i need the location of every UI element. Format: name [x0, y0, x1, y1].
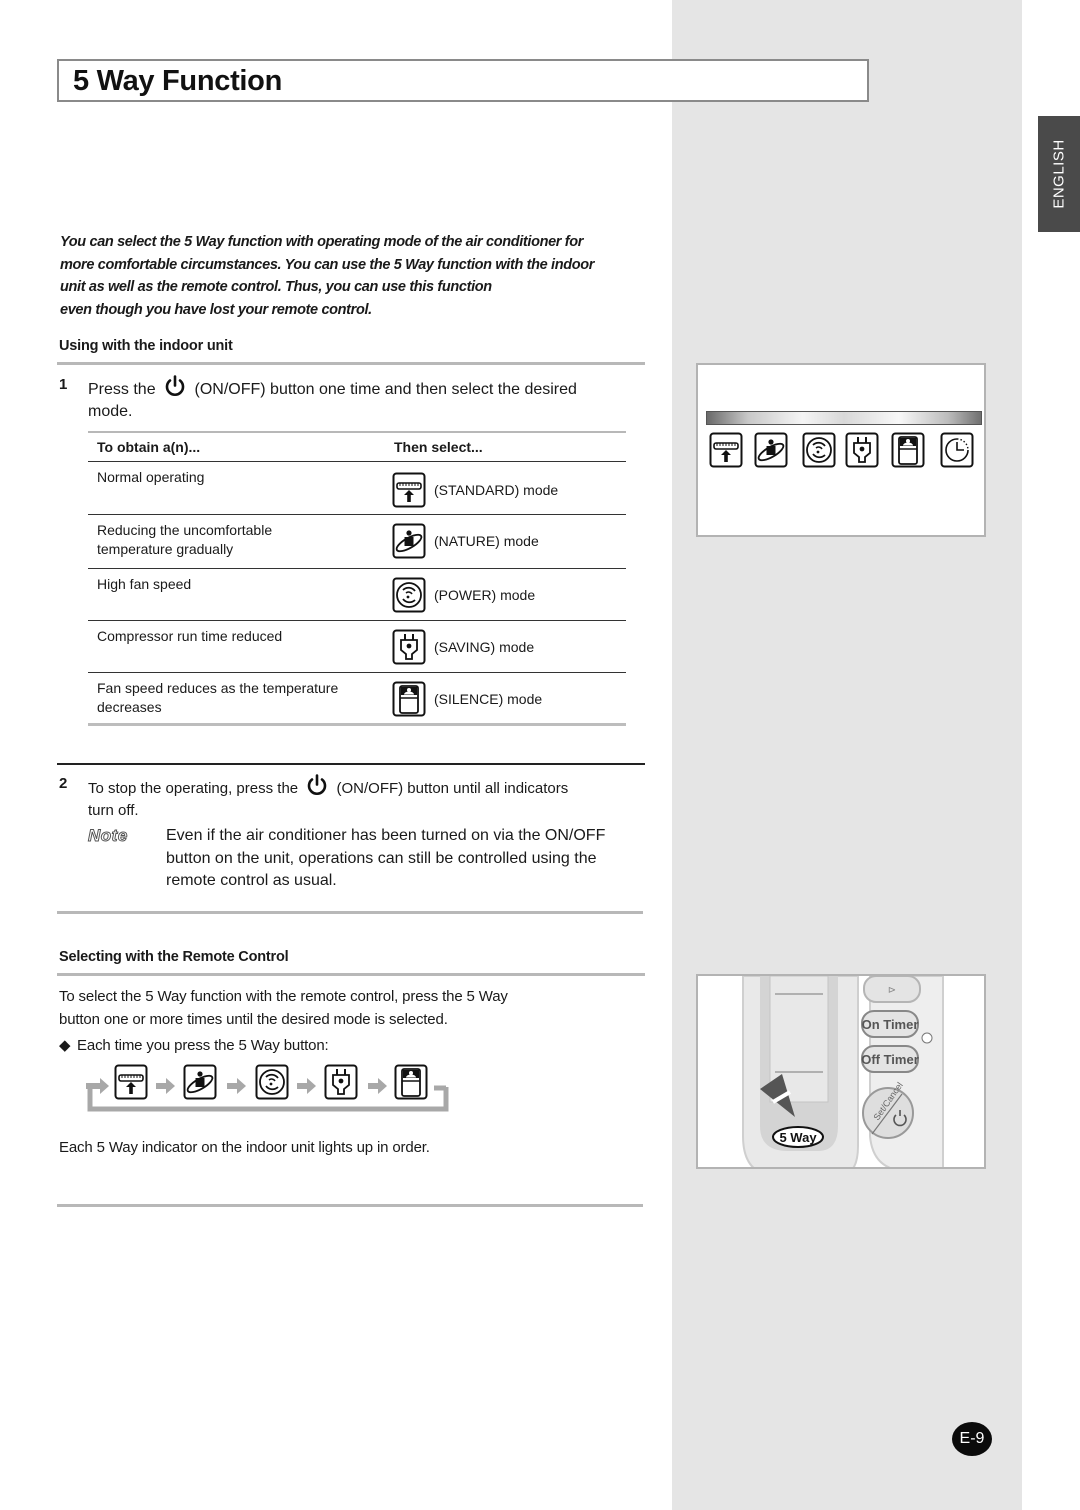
five-way-label: 5 Way: [779, 1130, 817, 1145]
footer-note: Each 5 Way indicator on the indoor unit …: [59, 1139, 430, 1156]
indoor-unit-heading: Using with the indoor unit: [59, 338, 233, 354]
arrow-icon: [227, 1078, 246, 1094]
standard-mode-icon: [392, 472, 426, 508]
intro-paragraph: You can select the 5 Way function with o…: [60, 231, 650, 322]
intro-line: unit as well as the remote control. Thus…: [60, 279, 492, 296]
obtain-cell: Normal operating: [88, 461, 385, 515]
nature-mode-icon: [183, 1064, 217, 1100]
title-box: 5 Way Function: [57, 59, 869, 102]
language-tab[interactable]: ENGLISH: [1038, 116, 1080, 232]
power-icon: [305, 773, 329, 797]
column-header-select: Then select...: [385, 431, 626, 462]
table-header-row: To obtain a(n)... Then select...: [88, 431, 626, 462]
note-label: Note: [88, 826, 128, 846]
step-number: 1: [59, 376, 68, 393]
silence-mode-icon: [891, 432, 925, 468]
saving-mode-icon: [392, 629, 426, 665]
obtain-cell: High fan speed: [88, 568, 385, 621]
table-row: Fan speed reduces as the temperature dec…: [88, 672, 626, 726]
mode-label: (SAVING) mode: [434, 638, 535, 655]
divider: [57, 911, 643, 914]
mode-cycle-diagram: [86, 1064, 449, 1112]
select-cell: (POWER) mode: [385, 568, 626, 621]
step-text: Press the (ON/OFF) button one time and t…: [88, 374, 577, 423]
step-text-line2: turn off.: [88, 802, 139, 819]
divider: [57, 1204, 643, 1207]
power-mode-icon: [255, 1064, 289, 1100]
power-mode-icon: [802, 432, 836, 468]
page-number-badge: E-9: [952, 1422, 992, 1456]
arrow-icon: [156, 1078, 175, 1094]
nature-mode-icon: [754, 432, 788, 468]
side-margin-band: [672, 0, 1022, 1510]
silence-mode-icon: [392, 681, 426, 717]
mode-table: To obtain a(n)... Then select... Normal …: [88, 431, 626, 726]
obtain-cell: Compressor run time reduced: [88, 620, 385, 673]
bullet-item: ◆ Each time you press the 5 Way button:: [59, 1034, 329, 1057]
arrow-icon: [297, 1078, 316, 1094]
arrow-icon: [368, 1078, 387, 1094]
intro-line: more comfortable circumstances. You can …: [60, 256, 595, 273]
step-text: To stop the operating, press the (ON/OFF…: [88, 773, 568, 822]
step-text-before: Press the: [88, 381, 156, 398]
divider: [57, 973, 645, 976]
saving-mode-icon: [845, 432, 879, 468]
select-cell: (STANDARD) mode: [385, 461, 626, 515]
mode-label: (POWER) mode: [434, 586, 536, 603]
remote-instructions-line: button one or more times until the desir…: [59, 1011, 448, 1028]
step-text-before: To stop the operating, press the: [88, 780, 299, 797]
divider: [57, 362, 645, 365]
remote-control-illustration: ⊳ On Timer Off Timer Set/Cancel 5 Way: [696, 974, 986, 1169]
standard-mode-icon: [709, 432, 743, 468]
saving-mode-icon: [324, 1064, 358, 1100]
divider: [57, 763, 645, 765]
language-tab-label: ENGLISH: [1050, 139, 1068, 209]
indoor-unit-panel-illustration: [696, 363, 986, 537]
table-row: High fan speed (POWER) mode: [88, 568, 626, 621]
column-header-obtain: To obtain a(n)...: [88, 431, 385, 462]
page-title: 5 Way Function: [73, 65, 283, 97]
mode-label: (NATURE) mode: [434, 532, 539, 549]
table-row: Compressor run time reduced (SAVING) mod…: [88, 620, 626, 673]
silence-mode-icon: [394, 1064, 428, 1100]
svg-text:⊳: ⊳: [888, 985, 896, 996]
display-strip: [706, 411, 982, 425]
step-text-after: (ON/OFF) button one time and then select…: [194, 381, 577, 398]
select-cell: (NATURE) mode: [385, 514, 626, 569]
timer-icon: [940, 432, 974, 468]
step-1: 1 Press the (ON/OFF) button one time and…: [59, 374, 639, 420]
bullet-text: Each time you press the 5 Way button:: [77, 1037, 329, 1054]
note-text: Even if the air conditioner has been tur…: [166, 827, 606, 889]
power-icon: [163, 374, 187, 398]
remote-instructions-line: To select the 5 Way function with the re…: [59, 988, 508, 1005]
power-mode-icon: [392, 577, 426, 613]
intro-line: You can select the 5 Way function with o…: [60, 234, 584, 250]
mode-label: (SILENCE) mode: [434, 690, 543, 707]
step-text-line2: mode.: [88, 403, 133, 420]
nature-mode-icon: [392, 523, 426, 559]
indicator-icon-row: [709, 432, 974, 468]
remote-control-drawing: ⊳ On Timer Off Timer Set/Cancel 5 Way: [698, 976, 984, 1167]
table-row: Reducing the uncomfortable temperature g…: [88, 514, 626, 569]
step-number: 2: [59, 775, 68, 792]
table-row: Normal operating (STANDARD) mode: [88, 461, 626, 515]
mode-label: (STANDARD) mode: [434, 481, 559, 498]
standard-mode-icon: [114, 1064, 148, 1100]
on-timer-label: On Timer: [862, 1017, 919, 1032]
intro-line: even though you have lost your remote co…: [60, 302, 372, 319]
obtain-cell: Fan speed reduces as the temperature dec…: [88, 672, 385, 726]
obtain-cell: Reducing the uncomfortable temperature g…: [88, 514, 385, 569]
select-cell: (SAVING) mode: [385, 620, 626, 673]
off-timer-label: Off Timer: [861, 1052, 919, 1067]
remote-control-heading: Selecting with the Remote Control: [59, 949, 289, 965]
select-cell: (SILENCE) mode: [385, 672, 626, 726]
step-2: 2 To stop the operating, press the (ON/O…: [59, 773, 639, 819]
diamond-bullet-icon: ◆: [59, 1037, 71, 1054]
step-text-after: (ON/OFF) button until all indicators: [336, 780, 569, 797]
